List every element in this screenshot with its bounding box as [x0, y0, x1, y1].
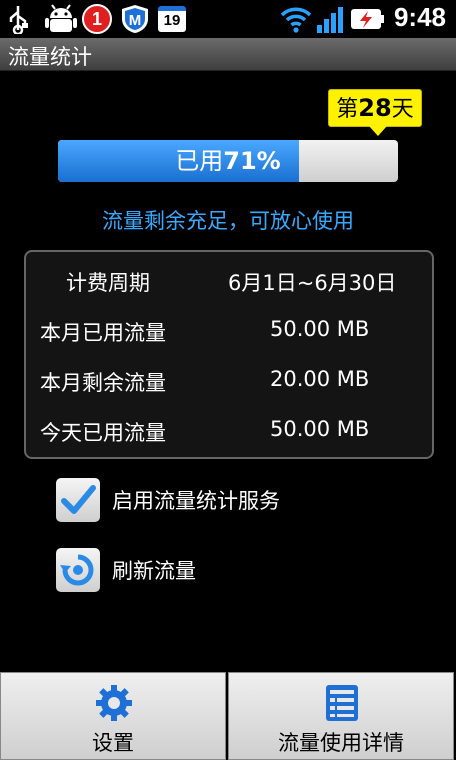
usage-status-message: 流量剩余充足，可放心使用: [102, 209, 354, 233]
battery-charging-icon: [351, 9, 384, 29]
enable-stats-label: 启用流量统计服务: [112, 489, 280, 513]
day-suffix: 天: [391, 97, 414, 122]
day-prefix: 第: [336, 97, 359, 122]
page-title: 流量统计: [8, 45, 92, 69]
shield-m-icon: M: [122, 5, 148, 33]
calendar-day: 19: [163, 12, 181, 29]
android-debug-icon: [45, 4, 77, 32]
usb-icon: [9, 6, 28, 34]
month-remaining-label: 本月剩余流量: [40, 371, 166, 395]
info-row-today-used: 今天已用流量 50.00 MB: [26, 406, 432, 456]
month-used-label: 本月已用流量: [40, 321, 166, 345]
clock: 9:48: [393, 2, 446, 32]
day-counter-badge: 第28天: [328, 89, 422, 136]
today-used-label: 今天已用流量: [40, 421, 166, 445]
usage-details-tab[interactable]: 流量使用详情: [228, 672, 454, 760]
checkmark-icon: [61, 485, 96, 514]
billing-cycle-label: 计费周期: [66, 271, 150, 295]
svg-text:M: M: [129, 12, 142, 29]
usage-info-panel: 计费周期 6月1日~6月30日 本月已用流量 50.00 MB 本月剩余流量 2…: [24, 250, 434, 459]
month-remaining-value: 20.00 MB: [270, 367, 370, 391]
used-prefix: 已用: [175, 147, 224, 175]
list-details-icon: [326, 685, 358, 721]
refresh-icon: [60, 554, 94, 586]
signal-icon: [317, 7, 343, 33]
info-row-billing-cycle: 计费周期 6月1日~6月30日: [26, 256, 432, 306]
used-percent: 71%: [223, 147, 281, 175]
wifi-icon: [280, 7, 312, 33]
info-row-month-used: 本月已用流量 50.00 MB: [26, 306, 432, 356]
usage-progress-label: 已用71%: [58, 140, 398, 182]
refresh-traffic-label: 刷新流量: [112, 559, 196, 583]
usage-progress-bar: 已用71%: [58, 140, 398, 182]
enable-stats-checkbox[interactable]: [56, 478, 100, 522]
status-bar: 1 M 19 9:48: [0, 0, 456, 38]
calendar-icon: 19: [158, 6, 186, 32]
billing-cycle-value: 6月1日~6月30日: [228, 271, 397, 295]
settings-tab[interactable]: 设置: [0, 672, 226, 760]
refresh-button[interactable]: [56, 548, 100, 592]
gear-icon: [96, 685, 132, 721]
refresh-traffic-option[interactable]: 刷新流量: [56, 548, 416, 592]
enable-stats-option[interactable]: 启用流量统计服务: [56, 478, 416, 522]
day-number: 28: [358, 94, 392, 122]
settings-tab-label: 设置: [92, 731, 134, 755]
bottom-tab-bar: 设置 流量使用详情: [0, 672, 456, 760]
badge-pointer: [369, 126, 387, 136]
alarm-badge-number: 1: [91, 9, 102, 29]
title-bar: 流量统计: [0, 38, 456, 71]
info-row-month-remaining: 本月剩余流量 20.00 MB: [26, 356, 432, 406]
today-used-value: 50.00 MB: [270, 417, 370, 441]
usage-details-tab-label: 流量使用详情: [278, 731, 404, 755]
alarm-icon: 1: [82, 4, 112, 34]
month-used-value: 50.00 MB: [270, 317, 370, 341]
